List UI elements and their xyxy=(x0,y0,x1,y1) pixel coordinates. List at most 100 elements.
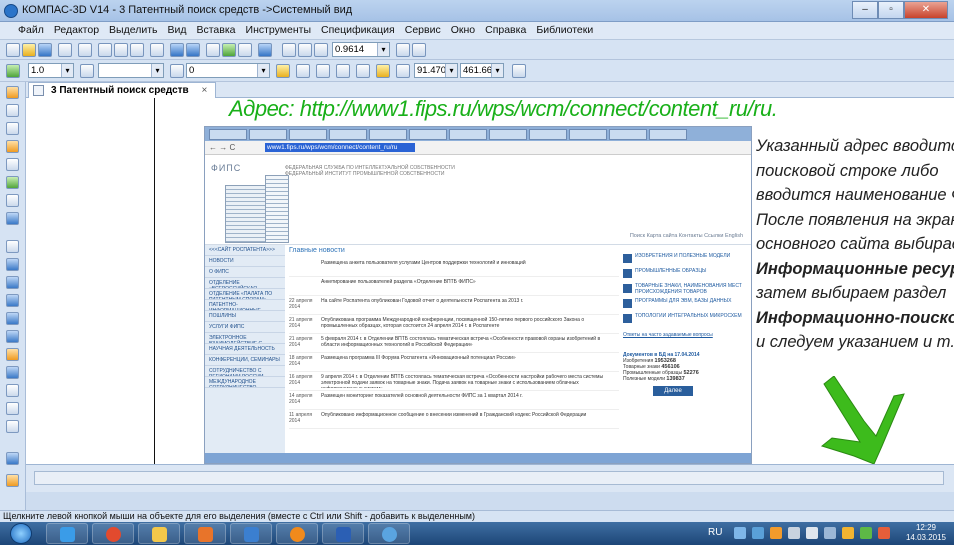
save-icon[interactable] xyxy=(38,43,52,57)
tray-device-icon[interactable] xyxy=(788,527,800,539)
object-icon[interactable] xyxy=(6,474,19,487)
tab-close-icon[interactable]: × xyxy=(201,85,207,96)
close-button[interactable]: ✕ xyxy=(904,1,948,19)
arc-icon[interactable] xyxy=(6,312,19,325)
fips-right-column: ИЗОБРЕТЕНИЯ И ПОЛЕЗНЫЕ МОДЕЛИ ПРОМЫШЛЕНН… xyxy=(623,253,743,396)
tray-update-icon[interactable] xyxy=(770,527,782,539)
select-icon[interactable] xyxy=(6,194,19,207)
properties-field[interactable] xyxy=(34,471,944,485)
flag-icon[interactable] xyxy=(878,527,890,539)
menu-libraries[interactable]: Библиотеки xyxy=(532,22,599,39)
new-document-icon[interactable] xyxy=(6,43,20,57)
editing-icon[interactable] xyxy=(6,140,19,153)
rounding-icon[interactable] xyxy=(376,64,390,78)
taskbar-firefox-button[interactable] xyxy=(276,523,318,544)
state-icon[interactable] xyxy=(6,64,20,78)
measure-icon[interactable] xyxy=(6,176,19,189)
zoom-window-icon[interactable] xyxy=(314,43,328,57)
tray-security-icon[interactable] xyxy=(860,527,872,539)
variables-icon[interactable] xyxy=(222,43,236,57)
coord-y-field[interactable]: 461.660 xyxy=(460,63,504,78)
line-width-combo[interactable]: 1.0 xyxy=(28,63,74,78)
kompas-app-icon[interactable] xyxy=(4,4,18,18)
segment-icon[interactable] xyxy=(6,276,19,289)
menu-select[interactable]: Выделить xyxy=(105,22,163,39)
properties-panel-icon[interactable] xyxy=(6,452,19,465)
dimensions-icon[interactable] xyxy=(6,104,19,117)
tab-patent-search[interactable]: 3 Патентный поиск средств × xyxy=(28,82,217,98)
signal-icon[interactable] xyxy=(824,527,836,539)
grid-icon[interactable] xyxy=(296,64,310,78)
polyline-icon[interactable] xyxy=(6,366,19,379)
symbols-icon[interactable] xyxy=(6,122,19,135)
ellipse-icon[interactable] xyxy=(6,330,19,343)
menu-help[interactable]: Справка xyxy=(481,22,532,39)
manager-icon[interactable] xyxy=(206,43,220,57)
menu-specification[interactable]: Спецификация xyxy=(317,22,401,39)
copy-icon[interactable] xyxy=(114,43,128,57)
refresh-icon[interactable] xyxy=(396,43,410,57)
minimize-button[interactable]: – xyxy=(852,1,878,19)
snap-icon[interactable] xyxy=(356,64,370,78)
coord-x-field[interactable]: 91.4707 xyxy=(414,63,458,78)
print-icon[interactable] xyxy=(58,43,72,57)
volume-icon[interactable] xyxy=(806,527,818,539)
taskbar-ie-button[interactable] xyxy=(46,523,88,544)
cut-icon[interactable] xyxy=(98,43,112,57)
menu-insert[interactable]: Вставка xyxy=(192,22,241,39)
news-text: Опубликована программа Международной кон… xyxy=(321,317,585,329)
geometry-icon[interactable] xyxy=(6,86,19,99)
clock[interactable]: 12:29 14.03.2015 xyxy=(906,523,946,543)
tray-warning-icon[interactable] xyxy=(842,527,854,539)
taskbar-app-button[interactable] xyxy=(368,523,410,544)
taskbar-media-button[interactable] xyxy=(184,523,226,544)
cursor-step-icon[interactable] xyxy=(512,64,526,78)
spline-icon[interactable] xyxy=(6,348,19,361)
zoom-out-icon[interactable] xyxy=(298,43,312,57)
open-folder-icon[interactable] xyxy=(22,43,36,57)
news-text: Анкетирование пользователей раздела «Отд… xyxy=(321,279,476,285)
start-button[interactable] xyxy=(10,523,32,544)
function-icon[interactable] xyxy=(238,43,252,57)
circle-icon[interactable] xyxy=(6,294,19,307)
language-indicator[interactable]: RU xyxy=(708,527,722,538)
ortho-icon[interactable] xyxy=(316,64,330,78)
taskbar-word-button[interactable] xyxy=(322,523,364,544)
style-combo[interactable] xyxy=(98,63,164,78)
zoom-combo[interactable]: 0.9614 xyxy=(332,42,390,57)
parametrization-icon[interactable] xyxy=(6,158,19,171)
menu-file[interactable]: Файл xyxy=(14,22,50,39)
layer-combo[interactable]: 0 xyxy=(186,63,270,78)
menu-view[interactable]: Вид xyxy=(163,22,192,39)
help-icon[interactable] xyxy=(258,43,272,57)
polygon-icon[interactable] xyxy=(6,402,19,415)
undo-icon[interactable] xyxy=(170,43,184,57)
menu-service[interactable]: Сервис xyxy=(401,22,447,39)
menu-tools[interactable]: Инструменты xyxy=(242,22,317,39)
spec-icon[interactable] xyxy=(6,212,19,225)
color-icon[interactable] xyxy=(276,64,290,78)
drawing-canvas[interactable]: Адрес: http://www1.fips.ru/wps/wcm/conne… xyxy=(26,98,954,464)
maximize-button[interactable]: ▫ xyxy=(878,1,904,19)
zoom-in-icon[interactable] xyxy=(282,43,296,57)
drawing-frame-line xyxy=(154,98,155,464)
redo-icon[interactable] xyxy=(186,43,200,57)
line-icon[interactable] xyxy=(6,258,19,271)
pan-icon[interactable] xyxy=(412,43,426,57)
menu-window[interactable]: Окно xyxy=(447,22,481,39)
menu-edit[interactable]: Редактор xyxy=(50,22,105,39)
taskbar-explorer-button[interactable] xyxy=(138,523,180,544)
local-cs-icon[interactable] xyxy=(336,64,350,78)
rectangle-icon[interactable] xyxy=(6,384,19,397)
preview-icon[interactable] xyxy=(78,43,92,57)
taskbar-kompas-button[interactable] xyxy=(230,523,272,544)
hatch-icon[interactable] xyxy=(6,420,19,433)
style-icon[interactable] xyxy=(80,64,94,78)
taskbar-chrome-button[interactable] xyxy=(92,523,134,544)
tray-app-icon[interactable] xyxy=(752,527,764,539)
network-icon[interactable] xyxy=(734,527,746,539)
properties-icon[interactable] xyxy=(150,43,164,57)
paste-icon[interactable] xyxy=(130,43,144,57)
layer-icon[interactable] xyxy=(170,64,184,78)
point-icon[interactable] xyxy=(6,240,19,253)
